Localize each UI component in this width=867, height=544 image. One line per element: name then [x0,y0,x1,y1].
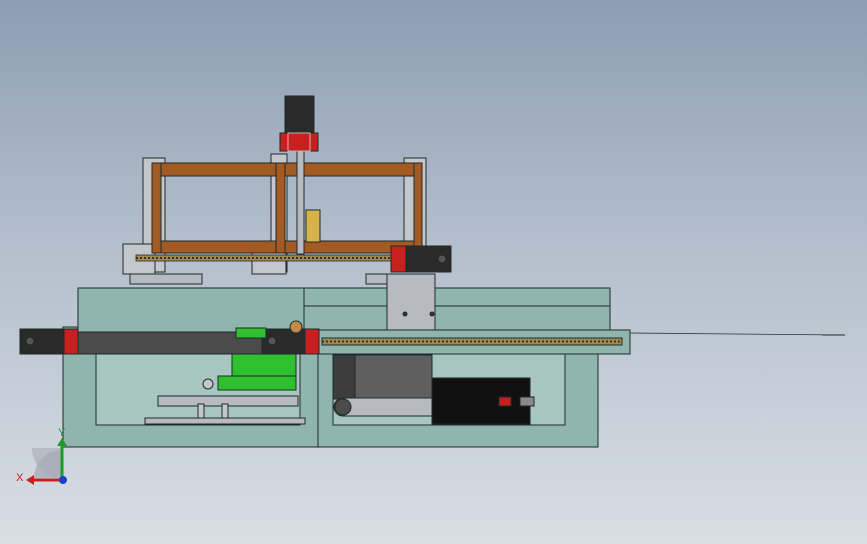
gantry-motor-coupler [390,245,408,273]
triad-z-axis [59,476,67,484]
conveyor-left-post [332,354,356,400]
gantry-y-motor [390,245,452,273]
gantry-foot-left [129,273,203,285]
x-motor-left-coupler [63,328,79,355]
z-guide-rail [296,149,305,255]
triad-x-label: X [16,472,24,484]
control-box-knob [519,396,535,407]
x-axis-rail [77,329,846,355]
z-motor-body [284,95,315,135]
x-axis-motor-left [19,328,79,355]
z-motor-coupler [279,132,319,152]
z-carriage [305,209,321,243]
x-motor-middle-coupler [304,328,320,355]
gantry-lead-screw [135,254,397,262]
control-box-led [498,396,512,407]
gantry-center-post [275,162,286,254]
gantry-right-post [413,162,423,252]
z-axis-motor [279,95,319,152]
triad-y-label: Y [58,427,66,439]
gantry-left-post [151,162,162,254]
gantry-frame [122,149,427,285]
upper-table-right [303,287,611,331]
upper-table-left [77,287,305,335]
upper-table [77,287,611,335]
cad-viewport[interactable]: X Y [0,0,867,544]
control-box [431,377,531,425]
probe-line [629,332,846,336]
axis-triad-icon: X Y [16,427,67,485]
machine-assembly-drawing: X Y [16,95,846,485]
x-axis-motor-middle [261,328,320,355]
conveyor-support [354,354,433,400]
